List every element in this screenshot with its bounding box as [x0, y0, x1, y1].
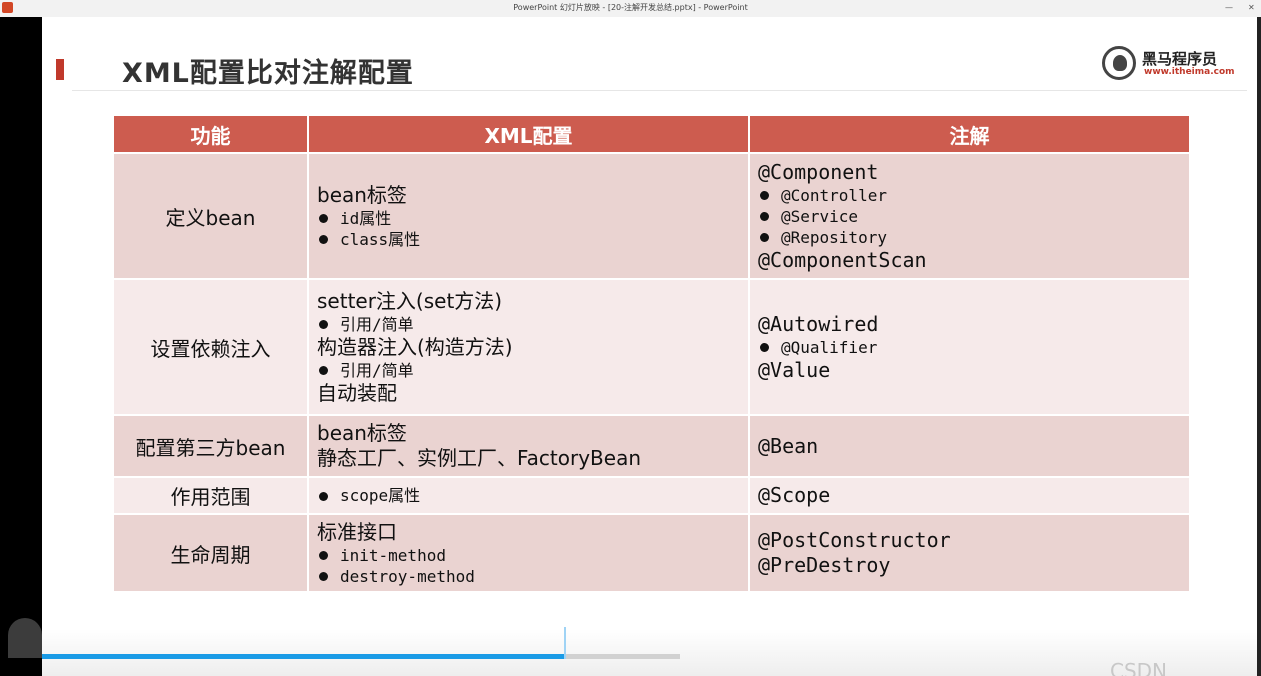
annotation-line: @Value — [758, 357, 831, 382]
bullet-icon — [760, 233, 769, 242]
xml-line: 自动装配 — [317, 380, 397, 405]
xml-line: 标准接口 — [317, 519, 397, 544]
right-strip — [1257, 17, 1261, 676]
title-accent-bar — [56, 59, 64, 80]
table-header-row: 功能 XML配置 注解 — [112, 114, 1191, 154]
annotation-cell: @Bean — [748, 414, 1191, 478]
table-row: 定义bean bean标签 id属性 class属性 @Component @C… — [112, 152, 1191, 280]
annotation-bullet: @Repository — [758, 227, 1189, 248]
xml-cell: bean标签 id属性 class属性 — [307, 152, 750, 280]
annotation-line: @Bean — [758, 433, 819, 458]
xml-bullet: init-method — [317, 545, 748, 566]
annotation-line: @ComponentScan — [758, 247, 927, 272]
xml-bullet: 引用/简单 — [317, 360, 748, 381]
close-button[interactable]: ✕ — [1248, 3, 1255, 12]
window-titlebar: PowerPoint 幻灯片放映 - [20-注解开发总结.pptx] - Po… — [0, 0, 1261, 18]
table-row: 作用范围 scope属性 @Scope — [112, 476, 1191, 515]
bullet-text: 引用/简单 — [340, 314, 414, 334]
cursor-shadow — [8, 618, 42, 658]
xml-line: 静态工厂、实例工厂、FactoryBean — [317, 446, 642, 470]
horse-logo-icon — [1102, 46, 1136, 80]
bullet-text: id属性 — [340, 208, 392, 228]
comparison-table: 功能 XML配置 注解 定义bean bean标签 id属性 class属性 @… — [112, 114, 1191, 593]
left-black-strip — [0, 17, 42, 676]
bullet-text: destroy-method — [340, 566, 475, 586]
bullet-text: class属性 — [340, 229, 421, 249]
header-xml: XML配置 — [307, 114, 750, 154]
xml-line: bean标签 — [317, 421, 407, 445]
itheima-logo: 黑马程序员 www.itheima.com — [1102, 44, 1235, 84]
annotation-cell: @Scope — [748, 476, 1191, 515]
bullet-icon — [319, 320, 328, 329]
annotation-bullet: @Service — [758, 206, 1189, 227]
title-divider — [72, 90, 1247, 91]
bullet-icon — [319, 214, 328, 223]
xml-line: bean标签 — [317, 182, 407, 207]
header-annotation: 注解 — [748, 114, 1191, 154]
csdn-watermark: CSDN @dadoufuk — [1110, 659, 1168, 676]
table-row: 生命周期 标准接口 init-method destroy-method @Po… — [112, 513, 1191, 593]
annotation-cell: @PostConstructor @PreDestroy — [748, 513, 1191, 593]
xml-bullet: 引用/简单 — [317, 314, 748, 335]
logo-name: 黑马程序员 — [1142, 50, 1218, 68]
feature-cell: 生命周期 — [112, 513, 309, 593]
bullet-text: @Repository — [781, 227, 887, 247]
bullet-icon — [319, 551, 328, 560]
bullet-icon — [319, 572, 328, 581]
slide-title: XML配置比对注解配置 — [122, 58, 414, 89]
bullet-text: @Qualifier — [781, 337, 878, 357]
xml-cell: scope属性 — [307, 476, 750, 515]
video-controls-overlay — [42, 629, 1257, 676]
bullet-text: @Service — [781, 206, 859, 226]
minimize-button[interactable]: — — [1225, 3, 1233, 12]
xml-bullet: destroy-method — [317, 566, 748, 587]
table-row: 配置第三方bean bean标签 静态工厂、实例工厂、FactoryBean @… — [112, 414, 1191, 478]
annotation-cell: @Autowired @Qualifier @Value — [748, 278, 1191, 416]
annotation-bullet: @Qualifier — [758, 337, 1189, 358]
bullet-icon — [760, 191, 769, 200]
annotation-line: @Component — [758, 159, 879, 184]
annotation-cell: @Component @Controller @Service @Reposit… — [748, 152, 1191, 280]
table-row: 设置依赖注入 setter注入(set方法) 引用/简单 构造器注入(构造方法)… — [112, 278, 1191, 416]
xml-cell: setter注入(set方法) 引用/简单 构造器注入(构造方法) 引用/简单 … — [307, 278, 750, 416]
bullet-icon — [319, 491, 328, 501]
xml-bullet: class属性 — [317, 229, 748, 250]
progress-fill[interactable] — [42, 654, 567, 659]
bullet-icon — [319, 366, 328, 375]
feature-cell: 作用范围 — [112, 476, 309, 515]
progress-handle[interactable] — [564, 627, 567, 659]
feature-cell: 配置第三方bean — [112, 414, 309, 478]
xml-cell: 标准接口 init-method destroy-method — [307, 513, 750, 593]
annotation-line: @Scope — [758, 483, 831, 507]
bullet-text: init-method — [340, 545, 446, 565]
bullet-icon — [760, 343, 769, 352]
annotation-line: @PreDestroy — [758, 553, 891, 577]
xml-line: setter注入(set方法) — [317, 288, 503, 313]
logo-url: www.itheima.com — [1144, 67, 1235, 77]
bullet-text: scope属性 — [340, 486, 421, 505]
header-feature: 功能 — [112, 114, 309, 154]
annotation-bullet: @Controller — [758, 185, 1189, 206]
xml-cell: bean标签 静态工厂、实例工厂、FactoryBean — [307, 414, 750, 478]
bullet-text: @Controller — [781, 185, 887, 205]
window-title: PowerPoint 幻灯片放映 - [20-注解开发总结.pptx] - Po… — [513, 3, 748, 12]
bullet-icon — [760, 212, 769, 221]
bullet-icon — [319, 235, 328, 244]
slide: XML配置比对注解配置 黑马程序员 www.itheima.com 功能 XML… — [42, 17, 1257, 676]
xml-line: 构造器注入(构造方法) — [317, 334, 513, 359]
xml-bullet: id属性 — [317, 208, 748, 229]
annotation-line: @PostConstructor — [758, 528, 951, 552]
bullet-text: 引用/简单 — [340, 360, 414, 380]
feature-cell: 设置依赖注入 — [112, 278, 309, 416]
annotation-line: @Autowired — [758, 311, 879, 336]
feature-cell: 定义bean — [112, 152, 309, 280]
xml-bullet: scope属性 — [317, 485, 748, 506]
